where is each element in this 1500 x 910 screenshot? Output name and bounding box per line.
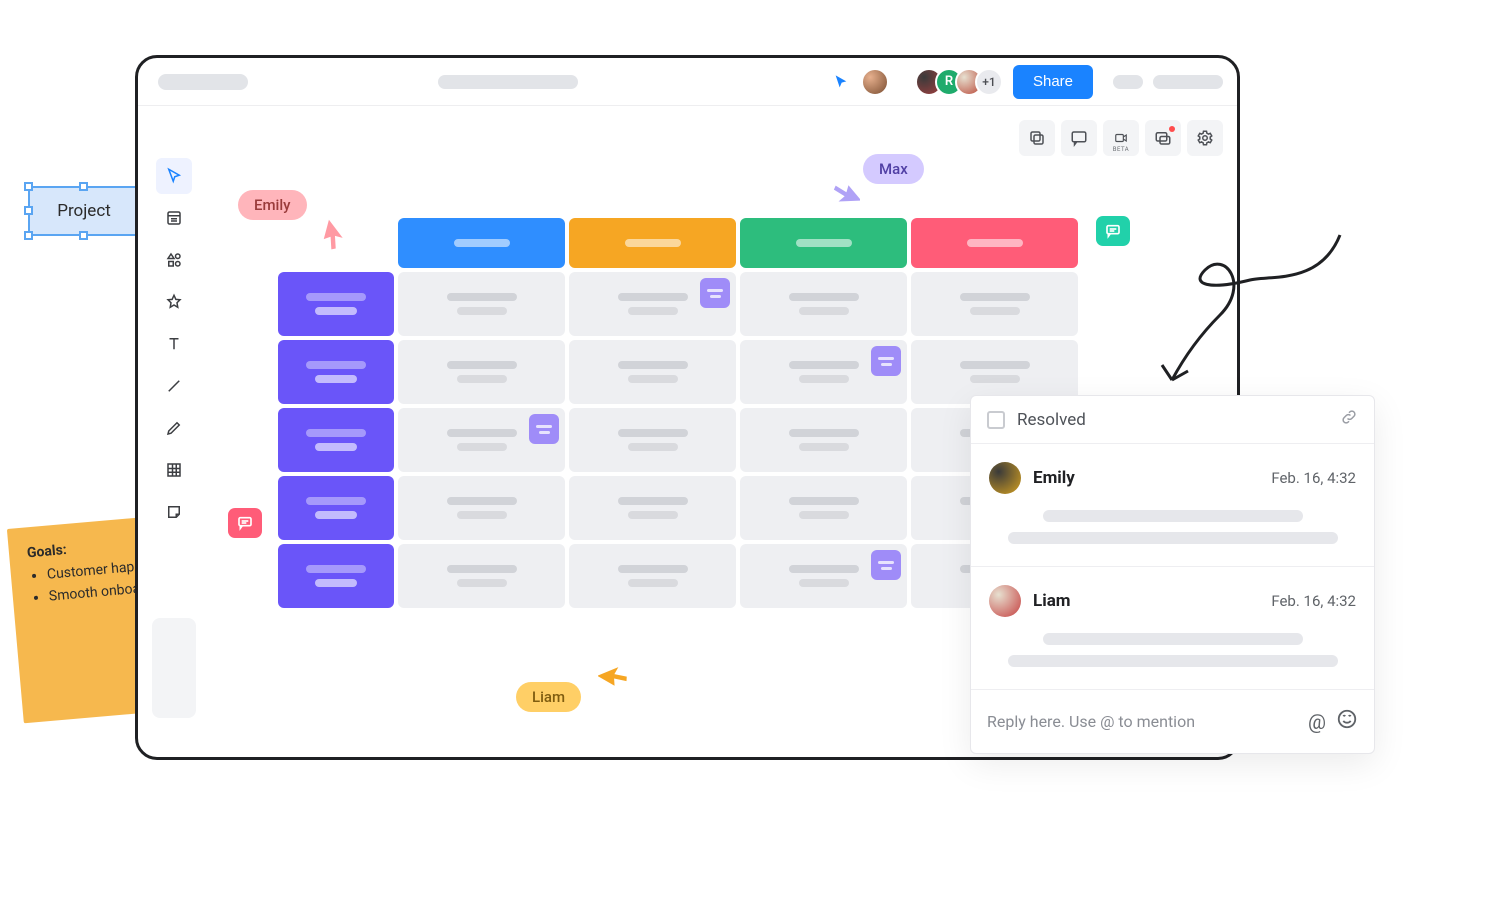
table-cell[interactable]: [398, 340, 565, 404]
template-tool-icon[interactable]: [156, 200, 192, 236]
table-cell[interactable]: [569, 544, 736, 608]
star-tool-icon[interactable]: [156, 284, 192, 320]
share-button[interactable]: Share: [1013, 65, 1093, 99]
reply-input[interactable]: Reply here. Use @ to mention: [987, 712, 1195, 731]
left-toolbar: [152, 150, 196, 538]
resolve-checkbox[interactable]: [987, 411, 1005, 429]
table-cell[interactable]: [740, 544, 907, 608]
avatar: [989, 462, 1021, 494]
notification-dot: [1169, 126, 1175, 132]
kanban-table[interactable]: [278, 218, 1078, 612]
table-tool-icon[interactable]: [156, 452, 192, 488]
comment-item[interactable]: Liam Feb. 16, 4:32: [971, 567, 1374, 690]
row-header[interactable]: [278, 476, 394, 540]
avatar[interactable]: [861, 68, 889, 96]
column-header[interactable]: [398, 218, 565, 268]
shape-label: Project: [57, 201, 111, 221]
cell-sticky[interactable]: [529, 414, 559, 444]
comment-marker[interactable]: [1096, 216, 1130, 246]
table-cell[interactable]: [569, 408, 736, 472]
resize-handle[interactable]: [24, 182, 33, 191]
comment-author: Liam: [1033, 591, 1071, 611]
comment-time: Feb. 16, 4:32: [1271, 469, 1356, 487]
resize-handle[interactable]: [79, 182, 88, 191]
mention-icon[interactable]: @: [1308, 710, 1326, 734]
top-bar: R +1 Share: [138, 58, 1237, 106]
pen-tool-icon[interactable]: [156, 410, 192, 446]
cursor-pointer-icon: [826, 182, 860, 216]
resize-handle[interactable]: [79, 231, 88, 240]
table-cell[interactable]: [398, 408, 565, 472]
cell-sticky[interactable]: [871, 550, 901, 580]
table-cell[interactable]: [398, 476, 565, 540]
resize-handle[interactable]: [24, 231, 33, 240]
chat-icon[interactable]: [1145, 120, 1181, 156]
comment-icon[interactable]: [1061, 120, 1097, 156]
table-cell[interactable]: [398, 272, 565, 336]
table-cell[interactable]: [740, 340, 907, 404]
cursor-presence-icon: [833, 74, 849, 90]
table-cell[interactable]: [740, 476, 907, 540]
comment-panel: Resolved Emily Feb. 16, 4:32 Liam Feb. 1…: [970, 395, 1375, 754]
comment-panel-header: Resolved: [971, 396, 1374, 444]
comment-time: Feb. 16, 4:32: [1271, 592, 1356, 610]
doc-title-placeholder: [438, 75, 578, 89]
comment-author: Emily: [1033, 468, 1075, 488]
copy-icon[interactable]: [1019, 120, 1055, 156]
table-cell[interactable]: [740, 272, 907, 336]
link-icon[interactable]: [1340, 408, 1358, 431]
column-header[interactable]: [740, 218, 907, 268]
cursor-tool-icon[interactable]: [156, 158, 192, 194]
secondary-toolbar: BETA: [1019, 120, 1223, 156]
comment-text-placeholder: [1008, 655, 1338, 667]
topbar-placeholder: [1153, 75, 1223, 89]
avatar-overflow[interactable]: +1: [975, 68, 1003, 96]
table-cell[interactable]: [569, 476, 736, 540]
toolbar-scroll-track[interactable]: [152, 618, 196, 718]
selected-shape-project[interactable]: Project: [28, 186, 140, 236]
resolved-label: Resolved: [1017, 410, 1086, 430]
sticky-tool-icon[interactable]: [156, 494, 192, 530]
shapes-tool-icon[interactable]: [156, 242, 192, 278]
table-cell[interactable]: [911, 272, 1078, 336]
beta-badge: BETA: [1113, 146, 1129, 153]
emoji-icon[interactable]: [1336, 708, 1358, 735]
breadcrumb-placeholder: [158, 74, 248, 90]
cursor-pointer-icon: [598, 654, 632, 688]
comment-text-placeholder: [1008, 532, 1338, 544]
column-header[interactable]: [569, 218, 736, 268]
video-icon[interactable]: BETA: [1103, 120, 1139, 156]
user-cursor-tag-liam: Liam: [516, 682, 581, 712]
row-header[interactable]: [278, 340, 394, 404]
avatar: [989, 585, 1021, 617]
comment-marker[interactable]: [228, 508, 262, 538]
table-cell[interactable]: [740, 408, 907, 472]
cell-sticky[interactable]: [871, 346, 901, 376]
avatar-stack[interactable]: R +1: [915, 68, 1003, 96]
row-header[interactable]: [278, 272, 394, 336]
row-header[interactable]: [278, 544, 394, 608]
resize-handle[interactable]: [24, 206, 33, 215]
gear-icon[interactable]: [1187, 120, 1223, 156]
comment-item[interactable]: Emily Feb. 16, 4:32: [971, 444, 1374, 567]
sticky-title: Goals:: [26, 542, 67, 561]
comment-text-placeholder: [1043, 510, 1303, 522]
row-header[interactable]: [278, 408, 394, 472]
topbar-placeholder: [1113, 75, 1143, 89]
user-cursor-tag-emily: Emily: [238, 190, 307, 220]
column-header[interactable]: [911, 218, 1078, 268]
table-cell[interactable]: [569, 272, 736, 336]
table-cell[interactable]: [569, 340, 736, 404]
table-cell[interactable]: [398, 544, 565, 608]
text-tool-icon[interactable]: [156, 326, 192, 362]
comment-text-placeholder: [1043, 633, 1303, 645]
user-cursor-tag-max: Max: [863, 154, 924, 184]
comment-reply-row: Reply here. Use @ to mention @: [971, 690, 1374, 753]
line-tool-icon[interactable]: [156, 368, 192, 404]
cell-sticky[interactable]: [700, 278, 730, 308]
